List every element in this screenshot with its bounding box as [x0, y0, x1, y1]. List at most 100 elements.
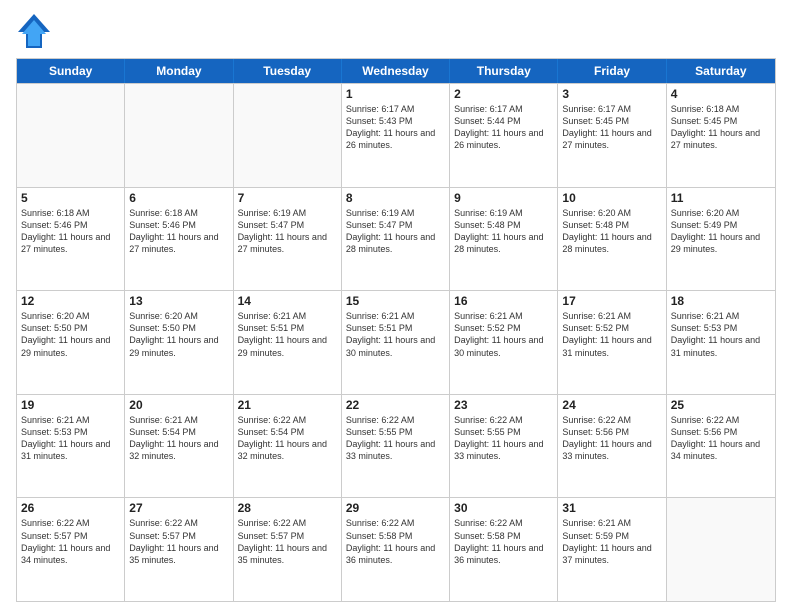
calendar-cell: 29 Sunrise: 6:22 AM Sunset: 5:58 PM Dayli…	[342, 498, 450, 601]
calendar-cell: 3 Sunrise: 6:17 AM Sunset: 5:45 PM Daylig…	[558, 84, 666, 187]
calendar-cell: 15 Sunrise: 6:21 AM Sunset: 5:51 PM Dayli…	[342, 291, 450, 394]
day-number: 27	[129, 501, 228, 515]
day-number: 24	[562, 398, 661, 412]
calendar-cell: 30 Sunrise: 6:22 AM Sunset: 5:58 PM Dayli…	[450, 498, 558, 601]
calendar-cell: 17 Sunrise: 6:21 AM Sunset: 5:52 PM Dayli…	[558, 291, 666, 394]
day-number: 6	[129, 191, 228, 205]
day-info: Sunrise: 6:17 AM Sunset: 5:43 PM Dayligh…	[346, 103, 445, 152]
page: SundayMondayTuesdayWednesdayThursdayFrid…	[0, 0, 792, 612]
day-info: Sunrise: 6:22 AM Sunset: 5:56 PM Dayligh…	[562, 414, 661, 463]
day-number: 16	[454, 294, 553, 308]
calendar: SundayMondayTuesdayWednesdayThursdayFrid…	[16, 58, 776, 602]
day-number: 17	[562, 294, 661, 308]
day-header-thursday: Thursday	[450, 59, 558, 83]
calendar-cell: 11 Sunrise: 6:20 AM Sunset: 5:49 PM Dayli…	[667, 188, 775, 291]
day-info: Sunrise: 6:18 AM Sunset: 5:46 PM Dayligh…	[129, 207, 228, 256]
calendar-cell: 31 Sunrise: 6:21 AM Sunset: 5:59 PM Dayli…	[558, 498, 666, 601]
day-info: Sunrise: 6:21 AM Sunset: 5:54 PM Dayligh…	[129, 414, 228, 463]
day-number: 14	[238, 294, 337, 308]
day-info: Sunrise: 6:20 AM Sunset: 5:50 PM Dayligh…	[21, 310, 120, 359]
calendar-cell: 16 Sunrise: 6:21 AM Sunset: 5:52 PM Dayli…	[450, 291, 558, 394]
calendar-cell: 5 Sunrise: 6:18 AM Sunset: 5:46 PM Daylig…	[17, 188, 125, 291]
day-info: Sunrise: 6:20 AM Sunset: 5:49 PM Dayligh…	[671, 207, 771, 256]
calendar-cell: 4 Sunrise: 6:18 AM Sunset: 5:45 PM Daylig…	[667, 84, 775, 187]
calendar-cell: 6 Sunrise: 6:18 AM Sunset: 5:46 PM Daylig…	[125, 188, 233, 291]
calendar-cell: 26 Sunrise: 6:22 AM Sunset: 5:57 PM Dayli…	[17, 498, 125, 601]
day-number: 21	[238, 398, 337, 412]
calendar-cell: 7 Sunrise: 6:19 AM Sunset: 5:47 PM Daylig…	[234, 188, 342, 291]
calendar-cell: 25 Sunrise: 6:22 AM Sunset: 5:56 PM Dayli…	[667, 395, 775, 498]
calendar-cell: 12 Sunrise: 6:20 AM Sunset: 5:50 PM Dayli…	[17, 291, 125, 394]
calendar-cell: 10 Sunrise: 6:20 AM Sunset: 5:48 PM Dayli…	[558, 188, 666, 291]
day-number: 10	[562, 191, 661, 205]
day-number: 12	[21, 294, 120, 308]
day-number: 13	[129, 294, 228, 308]
day-number: 15	[346, 294, 445, 308]
day-header-saturday: Saturday	[667, 59, 775, 83]
calendar-cell: 8Sunrise: 6:19 AM Sunset: 5:47 PM Daylig…	[342, 188, 450, 291]
day-info: Sunrise: 6:19 AM Sunset: 5:48 PM Dayligh…	[454, 207, 553, 256]
day-info: Sunrise: 6:21 AM Sunset: 5:51 PM Dayligh…	[346, 310, 445, 359]
day-header-monday: Monday	[125, 59, 233, 83]
day-info: Sunrise: 6:17 AM Sunset: 5:45 PM Dayligh…	[562, 103, 661, 152]
calendar-cell: 13Sunrise: 6:20 AM Sunset: 5:50 PM Dayli…	[125, 291, 233, 394]
day-info: Sunrise: 6:22 AM Sunset: 5:56 PM Dayligh…	[671, 414, 771, 463]
calendar-cell: 24 Sunrise: 6:22 AM Sunset: 5:56 PM Dayli…	[558, 395, 666, 498]
day-info: Sunrise: 6:21 AM Sunset: 5:53 PM Dayligh…	[21, 414, 120, 463]
calendar-cell: 18 Sunrise: 6:21 AM Sunset: 5:53 PM Dayli…	[667, 291, 775, 394]
day-info: Sunrise: 6:21 AM Sunset: 5:52 PM Dayligh…	[562, 310, 661, 359]
day-number: 9	[454, 191, 553, 205]
day-info: Sunrise: 6:21 AM Sunset: 5:59 PM Dayligh…	[562, 517, 661, 566]
calendar-cell: 1 Sunrise: 6:17 AM Sunset: 5:43 PM Daylig…	[342, 84, 450, 187]
calendar-cell	[234, 84, 342, 187]
day-number: 31	[562, 501, 661, 515]
day-info: Sunrise: 6:19 AM Sunset: 5:47 PM Dayligh…	[238, 207, 337, 256]
calendar-cell	[667, 498, 775, 601]
calendar-cell: 28 Sunrise: 6:22 AM Sunset: 5:57 PM Dayli…	[234, 498, 342, 601]
day-number: 7	[238, 191, 337, 205]
calendar-cell: 22 Sunrise: 6:22 AM Sunset: 5:55 PM Dayli…	[342, 395, 450, 498]
day-info: Sunrise: 6:22 AM Sunset: 5:57 PM Dayligh…	[21, 517, 120, 566]
day-number: 4	[671, 87, 771, 101]
calendar-cell: 23Sunrise: 6:22 AM Sunset: 5:55 PM Dayli…	[450, 395, 558, 498]
calendar-cell	[17, 84, 125, 187]
day-info: Sunrise: 6:21 AM Sunset: 5:53 PM Dayligh…	[671, 310, 771, 359]
day-number: 28	[238, 501, 337, 515]
day-info: Sunrise: 6:22 AM Sunset: 5:57 PM Dayligh…	[238, 517, 337, 566]
day-number: 18	[671, 294, 771, 308]
day-number: 25	[671, 398, 771, 412]
calendar-cell: 20Sunrise: 6:21 AM Sunset: 5:54 PM Dayli…	[125, 395, 233, 498]
day-info: Sunrise: 6:22 AM Sunset: 5:58 PM Dayligh…	[346, 517, 445, 566]
calendar-cell: 14Sunrise: 6:21 AM Sunset: 5:51 PM Dayli…	[234, 291, 342, 394]
day-number: 26	[21, 501, 120, 515]
day-number: 30	[454, 501, 553, 515]
day-number: 3	[562, 87, 661, 101]
day-number: 29	[346, 501, 445, 515]
day-number: 5	[21, 191, 120, 205]
day-info: Sunrise: 6:22 AM Sunset: 5:58 PM Dayligh…	[454, 517, 553, 566]
day-number: 8	[346, 191, 445, 205]
header	[16, 12, 776, 50]
calendar-cell	[125, 84, 233, 187]
calendar-cell: 19 Sunrise: 6:21 AM Sunset: 5:53 PM Dayli…	[17, 395, 125, 498]
day-number: 19	[21, 398, 120, 412]
day-info: Sunrise: 6:21 AM Sunset: 5:52 PM Dayligh…	[454, 310, 553, 359]
calendar-week-3: 12 Sunrise: 6:20 AM Sunset: 5:50 PM Dayli…	[17, 290, 775, 394]
day-header-wednesday: Wednesday	[342, 59, 450, 83]
calendar-cell: 21Sunrise: 6:22 AM Sunset: 5:54 PM Dayli…	[234, 395, 342, 498]
day-info: Sunrise: 6:18 AM Sunset: 5:46 PM Dayligh…	[21, 207, 120, 256]
day-header-friday: Friday	[558, 59, 666, 83]
day-number: 2	[454, 87, 553, 101]
day-info: Sunrise: 6:18 AM Sunset: 5:45 PM Dayligh…	[671, 103, 771, 152]
day-number: 11	[671, 191, 771, 205]
day-info: Sunrise: 6:22 AM Sunset: 5:55 PM Dayligh…	[454, 414, 553, 463]
day-number: 22	[346, 398, 445, 412]
calendar-header: SundayMondayTuesdayWednesdayThursdayFrid…	[17, 59, 775, 83]
calendar-cell: 9 Sunrise: 6:19 AM Sunset: 5:48 PM Daylig…	[450, 188, 558, 291]
day-number: 1	[346, 87, 445, 101]
day-header-sunday: Sunday	[17, 59, 125, 83]
day-header-tuesday: Tuesday	[234, 59, 342, 83]
day-info: Sunrise: 6:20 AM Sunset: 5:48 PM Dayligh…	[562, 207, 661, 256]
calendar-week-4: 19 Sunrise: 6:21 AM Sunset: 5:53 PM Dayli…	[17, 394, 775, 498]
day-info: Sunrise: 6:22 AM Sunset: 5:55 PM Dayligh…	[346, 414, 445, 463]
